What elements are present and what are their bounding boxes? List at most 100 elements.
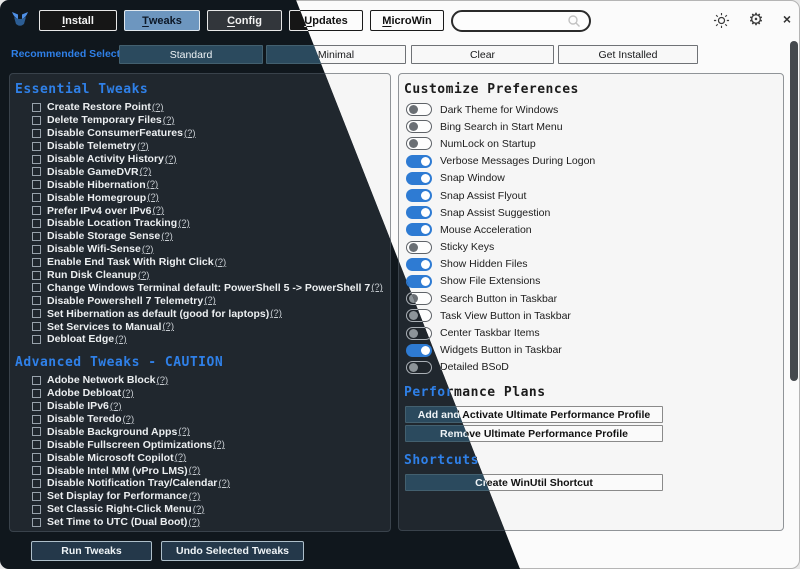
tweak-row[interactable]: Disable Location Tracking (?)	[10, 217, 390, 230]
help-link[interactable]: (?)	[178, 426, 190, 437]
tweak-row[interactable]: Disable Notification Tray/Calendar (?)	[10, 477, 390, 490]
tweak-checkbox[interactable]	[32, 155, 41, 164]
help-link[interactable]: (?)	[123, 414, 135, 425]
window-scrollbar[interactable]	[790, 41, 798, 381]
help-link[interactable]: (?)	[138, 270, 150, 281]
tweak-checkbox[interactable]	[32, 505, 41, 514]
help-link[interactable]: (?)	[147, 192, 159, 203]
help-link[interactable]: (?)	[147, 179, 159, 190]
help-link[interactable]: (?)	[189, 465, 201, 476]
tweak-checkbox[interactable]	[32, 296, 41, 305]
tweak-row[interactable]: Disable Fullscreen Optimizations (?)	[10, 438, 390, 451]
tweak-checkbox[interactable]	[32, 415, 41, 424]
tweak-row[interactable]: Set Services to Manual (?)	[10, 320, 390, 333]
tweak-row[interactable]: Disable Microsoft Copilot (?)	[10, 451, 390, 464]
standard-button[interactable]: Standard	[119, 45, 263, 64]
toggle-switch[interactable]	[406, 137, 432, 150]
help-link[interactable]: (?)	[161, 231, 173, 242]
tweak-row[interactable]: Adobe Network Block (?)	[10, 374, 390, 387]
tweak-row[interactable]: Disable GameDVR (?)	[10, 165, 390, 178]
tweak-row[interactable]: Disable Teredo (?)	[10, 413, 390, 426]
tweak-row[interactable]: Adobe Debloat (?)	[10, 387, 390, 400]
tweak-checkbox[interactable]	[32, 283, 41, 292]
tweak-checkbox[interactable]	[32, 219, 41, 228]
help-link[interactable]: (?)	[152, 102, 164, 113]
help-link[interactable]: (?)	[137, 141, 149, 152]
tweak-checkbox[interactable]	[32, 232, 41, 241]
tweak-checkbox[interactable]	[32, 245, 41, 254]
tweak-checkbox[interactable]	[32, 389, 41, 398]
tweak-checkbox[interactable]	[32, 271, 41, 280]
help-link[interactable]: (?)	[157, 375, 169, 386]
tweak-row[interactable]: Disable ConsumerFeatures (?)	[10, 127, 390, 140]
close-icon[interactable]: ×	[778, 10, 796, 28]
help-link[interactable]: (?)	[178, 218, 190, 229]
tweak-checkbox[interactable]	[32, 180, 41, 189]
tweak-row[interactable]: Remove ALL MS Store Apps - NOT RECOMMEND…	[10, 529, 390, 532]
tweak-checkbox[interactable]	[32, 258, 41, 267]
help-link[interactable]: (?)	[163, 115, 175, 126]
get-installed-button[interactable]: Get Installed	[558, 45, 698, 64]
help-link[interactable]: (?)	[308, 530, 320, 532]
clear-button[interactable]: Clear	[411, 45, 554, 64]
toggle-switch[interactable]	[406, 155, 432, 168]
tweak-row[interactable]: Set Classic Right-Click Menu (?)	[10, 503, 390, 516]
settings-gear-icon[interactable]: ⚙	[747, 10, 765, 28]
toggle-switch[interactable]	[406, 206, 432, 219]
tweak-checkbox[interactable]	[32, 440, 41, 449]
tweak-row[interactable]: Set Time to UTC (Dual Boot) (?)	[10, 516, 390, 529]
tweak-row[interactable]: Debloat Edge (?)	[10, 333, 390, 346]
help-link[interactable]: (?)	[193, 504, 205, 515]
tweak-checkbox[interactable]	[32, 142, 41, 151]
tweak-row[interactable]: Run Disk Cleanup (?)	[10, 269, 390, 282]
help-link[interactable]: (?)	[218, 478, 230, 489]
tweak-row[interactable]: Delete Temporary Files (?)	[10, 114, 390, 127]
run-tweaks-button[interactable]: Run Tweaks	[31, 541, 152, 561]
tweak-checkbox[interactable]	[32, 376, 41, 385]
help-link[interactable]: (?)	[213, 439, 225, 450]
toggle-switch[interactable]	[406, 120, 432, 133]
tweak-row[interactable]: Disable IPv6 (?)	[10, 400, 390, 413]
tweak-checkbox[interactable]	[32, 322, 41, 331]
help-link[interactable]: (?)	[140, 166, 152, 177]
toggle-switch[interactable]	[406, 275, 432, 288]
tweak-row[interactable]: Disable Activity History (?)	[10, 153, 390, 166]
help-link[interactable]: (?)	[175, 452, 187, 463]
tweak-row[interactable]: Disable Background Apps (?)	[10, 425, 390, 438]
theme-toggle-sun-icon[interactable]	[712, 11, 730, 29]
help-link[interactable]: (?)	[110, 401, 122, 412]
tweak-checkbox[interactable]	[32, 335, 41, 344]
tab-microwin[interactable]: MicroWin	[370, 10, 444, 31]
tweak-row[interactable]: Set Hibernation as default (good for lap…	[10, 307, 390, 320]
tweak-checkbox[interactable]	[32, 116, 41, 125]
toggle-switch[interactable]	[406, 258, 432, 271]
toggle-switch[interactable]	[406, 361, 432, 374]
tweak-checkbox[interactable]	[32, 193, 41, 202]
help-link[interactable]: (?)	[188, 517, 200, 528]
help-link[interactable]: (?)	[115, 334, 127, 345]
tweak-checkbox[interactable]	[32, 206, 41, 215]
tab-tweaks[interactable]: Tweaks	[124, 10, 200, 31]
help-link[interactable]: (?)	[270, 308, 282, 319]
tweak-checkbox[interactable]	[32, 479, 41, 488]
toggle-switch[interactable]	[406, 223, 432, 236]
tweak-row[interactable]: Create Restore Point (?)	[10, 101, 390, 114]
tab-install[interactable]: Install	[39, 10, 117, 31]
tweak-checkbox[interactable]	[32, 466, 41, 475]
toggle-switch[interactable]	[406, 344, 432, 357]
tweak-row[interactable]: Disable Intel MM (vPro LMS) (?)	[10, 464, 390, 477]
tweak-row[interactable]: Disable Hibernation (?)	[10, 178, 390, 191]
toggle-switch[interactable]	[406, 189, 432, 202]
toggle-switch[interactable]	[406, 172, 432, 185]
help-link[interactable]: (?)	[371, 282, 383, 293]
help-link[interactable]: (?)	[142, 244, 154, 255]
undo-selected-tweaks-button[interactable]: Undo Selected Tweaks	[161, 541, 304, 561]
tab-config[interactable]: Config	[207, 10, 282, 31]
tweak-row[interactable]: Prefer IPv4 over IPv6 (?)	[10, 204, 390, 217]
help-link[interactable]: (?)	[122, 388, 134, 399]
tweak-checkbox[interactable]	[32, 518, 41, 527]
tweak-row[interactable]: Enable End Task With Right Click (?)	[10, 256, 390, 269]
tweak-row[interactable]: Change Windows Terminal default: PowerSh…	[10, 281, 390, 294]
tweak-row[interactable]: Disable Telemetry (?)	[10, 140, 390, 153]
toggle-switch[interactable]	[406, 103, 432, 116]
